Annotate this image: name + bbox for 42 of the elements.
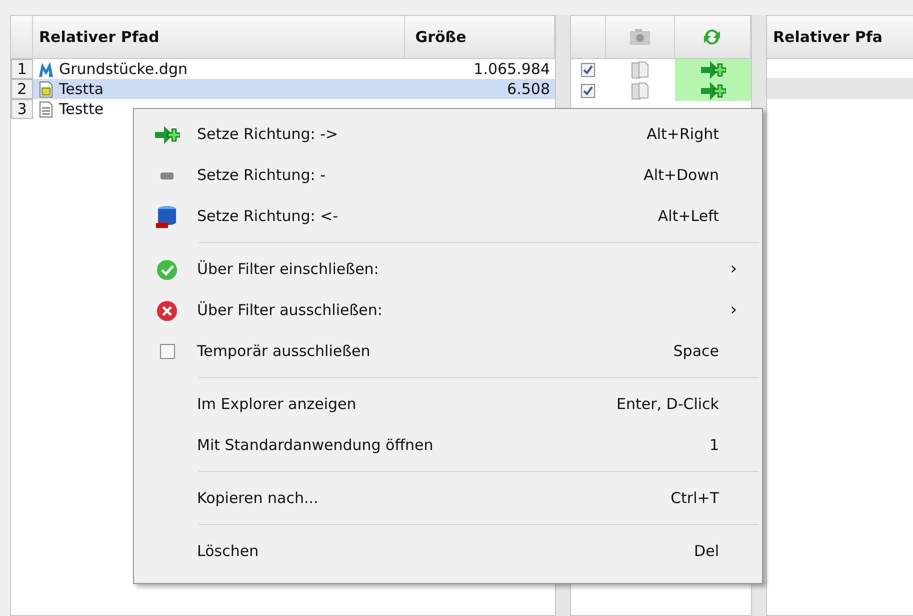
row-number: 2 bbox=[11, 79, 33, 99]
checkbox[interactable] bbox=[581, 62, 596, 76]
add-arrow-icon bbox=[154, 124, 180, 146]
camera-icon bbox=[628, 28, 651, 46]
check-icon bbox=[156, 258, 178, 280]
bin-icon bbox=[156, 204, 178, 228]
menu-item[interactable]: Temporär ausschließen Space bbox=[137, 331, 759, 372]
menu-item[interactable]: Im Explorer anzeigen Enter, D-Click bbox=[137, 384, 759, 425]
add-arrow-icon bbox=[700, 58, 726, 80]
file-size: 6.508 bbox=[507, 80, 550, 98]
table-row[interactable]: 1 Grundstücke.dgn 1.065.984 bbox=[11, 59, 555, 79]
text-file-icon bbox=[37, 100, 55, 118]
app-logo-icon bbox=[37, 60, 55, 78]
menu-item[interactable]: Über Filter ausschließen: › bbox=[137, 290, 759, 331]
file-name: Testta bbox=[59, 78, 104, 100]
column-header[interactable]: Größe bbox=[405, 16, 555, 58]
table-row[interactable]: 2 Testta 6.508 bbox=[11, 79, 555, 99]
documents-icon bbox=[630, 82, 650, 100]
dash-icon bbox=[160, 172, 174, 180]
checkmark-icon bbox=[583, 86, 594, 96]
file-name: Grundstücke.dgn bbox=[59, 58, 188, 80]
add-arrow-icon bbox=[700, 80, 726, 102]
menu-item[interactable]: Kopieren nach... Ctrl+T bbox=[137, 478, 759, 519]
menu-item[interactable]: Mit Standardanwendung öffnen 1 bbox=[137, 425, 759, 466]
checkmark-icon bbox=[583, 64, 594, 74]
row-number: 1 bbox=[11, 59, 33, 79]
documents-icon bbox=[630, 60, 650, 78]
column-header[interactable]: Relativer Pfad bbox=[32, 16, 406, 58]
column-header[interactable]: Relativer Pfa bbox=[767, 16, 913, 58]
checkbox[interactable] bbox=[581, 84, 596, 98]
menu-item[interactable]: Über Filter einschließen: › bbox=[137, 249, 759, 290]
menu-item[interactable]: Setze Richtung: - Alt+Down bbox=[137, 155, 759, 196]
file-size: 1.065.984 bbox=[474, 60, 550, 78]
menu-item[interactable]: Setze Richtung: <- Alt+Left bbox=[137, 196, 759, 237]
spreadsheet-file-icon bbox=[37, 80, 55, 98]
row-number: 3 bbox=[11, 99, 33, 119]
direction-cell[interactable] bbox=[674, 80, 751, 101]
file-name: Testte bbox=[59, 98, 104, 120]
menu-item[interactable]: Löschen Del bbox=[137, 531, 759, 572]
direction-cell[interactable] bbox=[674, 59, 751, 80]
checkbox[interactable] bbox=[160, 344, 174, 359]
close-icon bbox=[156, 300, 178, 322]
